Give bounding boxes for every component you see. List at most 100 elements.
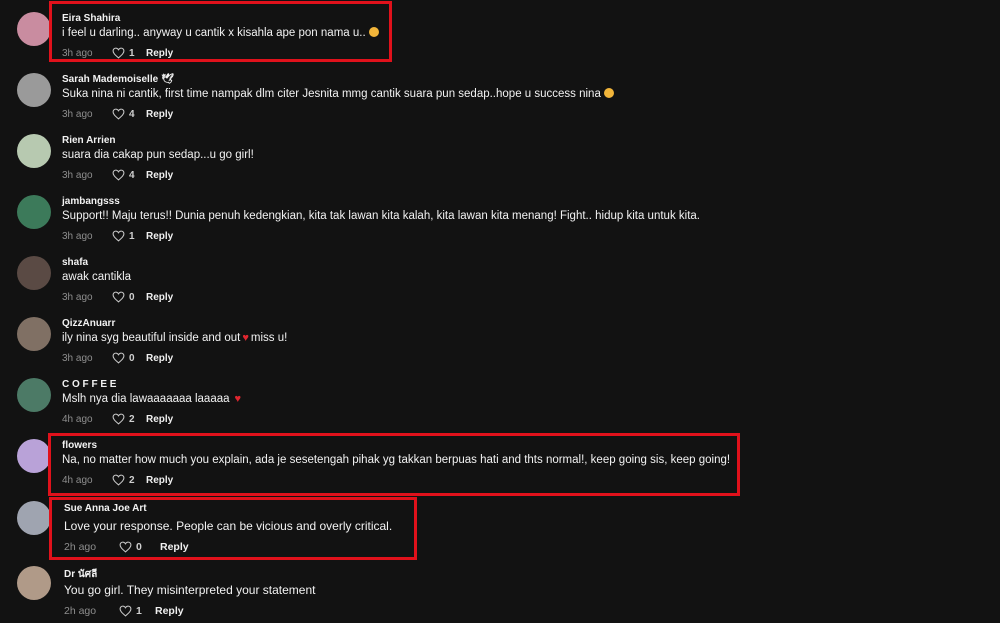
- comment-username[interactable]: shafa: [62, 257, 88, 268]
- heart-outline-icon: [119, 541, 132, 553]
- reply-button[interactable]: Reply: [146, 109, 173, 120]
- comment-text: Na, no matter how much you explain, ada …: [62, 454, 731, 466]
- comment-text: You go girl. They misinterpreted your st…: [64, 583, 316, 597]
- comment-time: 3h ago: [62, 352, 93, 364]
- heart-outline-icon: [112, 230, 125, 242]
- reply-button[interactable]: Reply: [155, 605, 184, 617]
- comment-text: Support!! Maju terus!! Dunia penuh keden…: [62, 210, 700, 222]
- comment-username[interactable]: Eira Shahira: [62, 13, 120, 24]
- comment-username[interactable]: Dr นัศลี: [64, 567, 97, 582]
- comment-time: 4h ago: [62, 413, 93, 425]
- reply-button[interactable]: Reply: [146, 475, 173, 486]
- heart-outline-icon: [119, 605, 132, 617]
- smiling-face-with-heart-eyes-icon: [603, 88, 614, 98]
- comment-meta: 2h ago 0 Reply: [64, 540, 189, 554]
- comment-meta: 3h ago 4 Reply: [62, 168, 173, 182]
- like-button[interactable]: 4: [112, 108, 146, 120]
- comment-meta: 3h ago 1 Reply: [62, 46, 173, 60]
- comment-username[interactable]: flowers: [62, 440, 97, 451]
- avatar[interactable]: [17, 195, 51, 229]
- comment-text: awak cantikla: [62, 271, 132, 283]
- dove-icon: 🕊: [160, 74, 174, 85]
- comment-item: Dr นัศลี You go girl. They misinterprete…: [0, 557, 1000, 618]
- like-count: 0: [136, 541, 142, 553]
- comment-username[interactable]: Rien Arrien: [62, 135, 116, 146]
- comment-meta: 2h ago 1 Reply: [64, 604, 184, 618]
- comment-item: shafa awak cantikla 3h ago 0 Reply: [0, 244, 1000, 305]
- reply-button[interactable]: Reply: [146, 170, 173, 181]
- comment-username-text: Sarah Mademoiselle: [62, 74, 159, 85]
- heart-outline-icon: [112, 474, 125, 486]
- comment-item: QizzAnuarr ily nina syg beautiful inside…: [0, 305, 1000, 366]
- like-count: 0: [129, 291, 135, 303]
- comment-item: Rien Arrien suara dia cakap pun sedap...…: [0, 122, 1000, 183]
- comment-text: i feel u darling.. anyway u cantik x kis…: [62, 27, 379, 39]
- like-count: 1: [129, 47, 135, 59]
- comment-text: ily nina syg beautiful inside and out ♥ mi…: [62, 332, 287, 344]
- comment-text: suara dia cakap pun sedap...u go girl!: [62, 149, 254, 161]
- comment-time: 3h ago: [62, 108, 93, 120]
- comment-text-body: ily nina syg beautiful inside and out: [62, 332, 241, 344]
- avatar[interactable]: [17, 12, 51, 46]
- like-button[interactable]: 2: [112, 474, 146, 486]
- avatar[interactable]: [17, 73, 51, 107]
- comment-meta: 4h ago 2 Reply: [62, 473, 173, 487]
- comment-item: Eira Shahira i feel u darling.. anyway u…: [0, 0, 1000, 61]
- reply-button[interactable]: Reply: [146, 353, 173, 364]
- comment-item: Sue Anna Joe Art Love your response. Peo…: [0, 493, 1000, 554]
- comment-text: Suka nina ni cantik, first time nampak d…: [62, 88, 614, 100]
- comment-username[interactable]: jambangsss: [62, 196, 120, 207]
- comment-item: flowers Na, no matter how much you expla…: [0, 427, 1000, 488]
- reply-button[interactable]: Reply: [146, 231, 173, 242]
- comment-username[interactable]: Sarah Mademoiselle 🕊: [62, 74, 174, 85]
- like-count: 1: [129, 230, 135, 242]
- like-count: 0: [129, 352, 135, 364]
- comment-time: 3h ago: [62, 230, 93, 242]
- smiling-face-with-heart-eyes-icon: [368, 27, 379, 37]
- comment-text-body: Suka nina ni cantik, first time nampak d…: [62, 88, 601, 100]
- heart-outline-icon: [112, 413, 125, 425]
- comment-username[interactable]: QizzAnuarr: [62, 318, 115, 329]
- reply-button[interactable]: Reply: [146, 414, 173, 425]
- reply-button[interactable]: Reply: [160, 541, 189, 553]
- heart-outline-icon: [112, 291, 125, 303]
- avatar[interactable]: [17, 256, 51, 290]
- like-button[interactable]: 0: [112, 291, 146, 303]
- reply-button[interactable]: Reply: [146, 48, 173, 59]
- avatar[interactable]: [17, 566, 51, 600]
- comment-username[interactable]: C O F F E E: [62, 379, 116, 390]
- like-button[interactable]: 1: [112, 47, 146, 59]
- like-count: 4: [129, 169, 135, 181]
- reply-button[interactable]: Reply: [146, 292, 173, 303]
- comment-text-body: i feel u darling.. anyway u cantik x kis…: [62, 27, 366, 39]
- heart-outline-icon: [112, 47, 125, 59]
- like-button[interactable]: 2: [112, 413, 146, 425]
- avatar[interactable]: [17, 317, 51, 351]
- comment-meta: 3h ago 0 Reply: [62, 351, 173, 365]
- avatar[interactable]: [17, 439, 51, 473]
- comment-text: Love your response. People can be viciou…: [64, 519, 393, 533]
- comment-text-body: Mslh nya dia lawaaaaaaa laaaaa: [62, 393, 230, 405]
- comment-time: 3h ago: [62, 169, 93, 181]
- avatar[interactable]: [17, 501, 51, 535]
- heart-outline-icon: [112, 108, 125, 120]
- comment-text: Mslh nya dia lawaaaaaaa laaaaa ♥: [62, 393, 243, 405]
- like-button[interactable]: 0: [119, 541, 153, 553]
- comment-item: jambangsss Support!! Maju terus!! Dunia …: [0, 183, 1000, 244]
- avatar[interactable]: [17, 378, 51, 412]
- like-button[interactable]: 1: [112, 230, 146, 242]
- red-heart-icon: ♥: [234, 393, 242, 405]
- like-button[interactable]: 1: [119, 605, 153, 617]
- avatar[interactable]: [17, 134, 51, 168]
- comment-item: C O F F E E Mslh nya dia lawaaaaaaa laaa…: [0, 366, 1000, 427]
- like-count: 2: [129, 413, 135, 425]
- heart-outline-icon: [112, 352, 125, 364]
- comment-time: 3h ago: [62, 291, 93, 303]
- comment-username[interactable]: Sue Anna Joe Art: [64, 503, 147, 514]
- comment-time: 2h ago: [64, 605, 97, 617]
- red-heart-icon: ♥: [242, 332, 249, 344]
- comment-meta: 3h ago 4 Reply: [62, 107, 173, 121]
- like-button[interactable]: 0: [112, 352, 146, 364]
- like-button[interactable]: 4: [112, 169, 146, 181]
- comment-meta: 4h ago 2 Reply: [62, 412, 173, 426]
